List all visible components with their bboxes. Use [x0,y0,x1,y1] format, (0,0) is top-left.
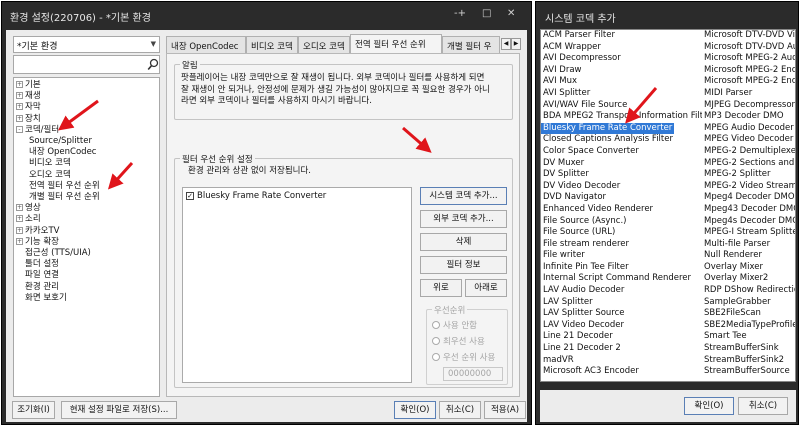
arrow-to-global-filter-priority [107,161,134,190]
arrow-to-bluesky-filter [625,87,658,124]
arrow-to-add-system-codec [402,126,432,153]
annotation-arrows [57,87,658,190]
arrow-to-codec-filter [57,99,99,131]
